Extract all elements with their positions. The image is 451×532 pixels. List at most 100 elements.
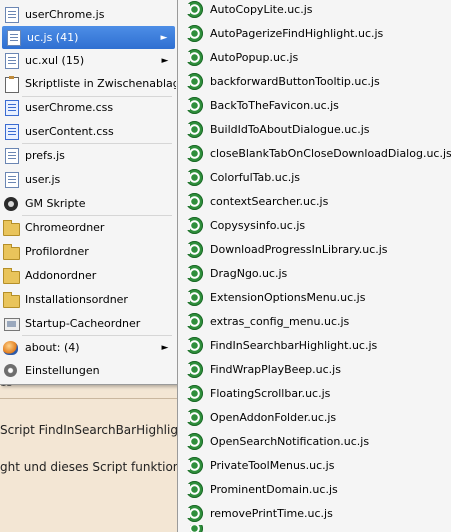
menu-item-gm-scripts[interactable]: GM Skripte <box>0 192 176 215</box>
menu-item-label: GM Skripte <box>25 197 86 210</box>
menu-item-uc-js[interactable]: uc.js (41) ► <box>2 26 175 49</box>
script-item[interactable]: DragNgo.uc.js <box>178 261 451 285</box>
clipboard-icon <box>3 75 19 93</box>
document-icon <box>3 52 19 69</box>
script-item-label: FloatingScrollbar.uc.js <box>210 386 331 400</box>
script-icon <box>185 168 203 186</box>
menu-item-install-folder[interactable]: Installationsordner <box>0 288 176 311</box>
menu-item-settings[interactable]: Einstellungen <box>0 359 176 382</box>
script-item[interactable]: ColorfulTab.uc.js <box>178 165 451 189</box>
script-icon <box>185 432 203 450</box>
menu-item-chrome-folder[interactable]: Chromeordner <box>0 216 176 239</box>
script-item[interactable]: AutoPagerizeFindHighlight.uc.js <box>178 21 451 45</box>
script-item[interactable]: AutoCopyLite.uc.js <box>178 0 451 21</box>
script-icon <box>185 48 203 66</box>
menu-item-label: Skriptliste in Zwischenablage <box>25 77 176 90</box>
script-icon <box>185 408 203 426</box>
script-item-label: DownloadProgressInLibrary.uc.js <box>210 242 388 256</box>
folder-icon <box>3 219 20 236</box>
background-text-line: ght und dieses Script funktion <box>0 460 181 474</box>
menu-item-copy-script-list[interactable]: Skriptliste in Zwischenablage <box>0 72 176 95</box>
menu-item-usercontent-css[interactable]: userContent.css <box>0 120 176 143</box>
script-item[interactable]: Copysysinfo.uc.js <box>178 213 451 237</box>
script-item[interactable]: ProminentDomain.uc.js <box>178 477 451 501</box>
menu-item-userchrome-js[interactable]: userChrome.js <box>0 3 176 26</box>
script-item[interactable]: AutoPopup.uc.js <box>178 45 451 69</box>
script-item-label: Copysysinfo.uc.js <box>210 218 306 232</box>
script-icon <box>185 240 203 258</box>
script-item-label: DragNgo.uc.js <box>210 266 288 280</box>
script-item[interactable]: FindInSearchbarHighlight.uc.js <box>178 333 451 357</box>
submenu-arrow-icon: ► <box>161 55 169 66</box>
script-item-label: FindInSearchbarHighlight.uc.js <box>210 338 378 352</box>
menu-item-startup-cache-folder[interactable]: Startup-Cacheordner <box>0 312 176 335</box>
document-icon <box>3 171 19 188</box>
script-item[interactable]: removePrintTime.uc.js <box>178 501 451 525</box>
script-item-label: contextSearcher.uc.js <box>210 194 329 208</box>
script-item-label: removePrintTime.uc.js <box>210 506 333 520</box>
submenu-arrow-icon: ► <box>161 342 169 353</box>
script-item[interactable]: PrivateToolMenus.uc.js <box>178 453 451 477</box>
script-icon <box>185 216 203 234</box>
menu-item-userchrome-css[interactable]: userChrome.css <box>0 96 176 119</box>
script-item[interactable]: BuildIdToAboutDialogue.uc.js <box>178 117 451 141</box>
menu-item-label: userContent.css <box>25 125 114 138</box>
menu-item-label: Einstellungen <box>25 364 100 377</box>
script-item-label: BuildIdToAboutDialogue.uc.js <box>210 122 370 136</box>
menu-item-addon-folder[interactable]: Addonordner <box>0 264 176 287</box>
script-item[interactable]: DownloadProgressInLibrary.uc.js <box>178 237 451 261</box>
menu-item-uc-xul[interactable]: uc.xul (15) ► <box>0 49 176 72</box>
script-item[interactable]: contextSearcher.uc.js <box>178 189 451 213</box>
script-icon <box>185 336 203 354</box>
script-item-label: ExtensionOptionsMenu.uc.js <box>210 290 366 304</box>
script-icon <box>185 192 203 210</box>
gear-icon <box>3 363 19 379</box>
script-item-label: AutoPopup.uc.js <box>210 50 299 64</box>
script-icon <box>185 504 203 522</box>
script-item[interactable]: BackToTheFavicon.uc.js <box>178 93 451 117</box>
menu-item-label: prefs.js <box>25 149 65 162</box>
script-item[interactable]: backforwardButtonTooltip.uc.js <box>178 69 451 93</box>
document-icon <box>3 6 19 23</box>
menu-item-label: Profilordner <box>25 245 89 258</box>
menu-item-label: about: (4) <box>25 341 80 354</box>
script-item-partial[interactable] <box>178 525 451 532</box>
folder-icon <box>3 243 20 260</box>
menu-item-label: Installationsordner <box>25 293 128 306</box>
script-item[interactable]: extras_config_menu.uc.js <box>178 309 451 333</box>
script-icon <box>185 384 203 402</box>
script-item[interactable]: ExtensionOptionsMenu.uc.js <box>178 285 451 309</box>
submenu-arrow-icon: ► <box>160 32 168 43</box>
script-item-label: OpenSearchNotification.uc.js <box>210 434 370 448</box>
script-item-label: closeBlankTabOnCloseDownloadDialog.uc.js <box>210 146 451 160</box>
script-item[interactable]: closeBlankTabOnCloseDownloadDialog.uc.js <box>178 141 451 165</box>
script-item[interactable]: FindWrapPlayBeep.uc.js <box>178 357 451 381</box>
menu-item-label: user.js <box>25 173 61 186</box>
folder-icon <box>3 267 20 284</box>
script-icon <box>185 264 203 282</box>
uc-js-submenu-popup: AutoCopyLite.uc.js AutoPagerizeFindHighl… <box>177 0 451 532</box>
menu-item-profile-folder[interactable]: Profilordner <box>0 240 176 263</box>
script-icon <box>185 24 203 42</box>
menu-item-label: userChrome.js <box>25 8 105 21</box>
menu-item-about[interactable]: about: (4) ► <box>0 336 176 359</box>
background-text-line: Script FindInSearchBarHighligh <box>0 423 186 437</box>
menu-item-user-js[interactable]: user.js <box>0 168 176 191</box>
script-item-label: AutoCopyLite.uc.js <box>210 2 313 16</box>
menu-item-label: Chromeordner <box>25 221 105 234</box>
script-icon <box>185 312 203 330</box>
scripts-menu-popup: userChrome.js uc.js (41) ► uc.xul (15) ►… <box>0 0 179 385</box>
script-item-label: ProminentDomain.uc.js <box>210 482 338 496</box>
menu-item-prefs-js[interactable]: prefs.js <box>0 144 176 167</box>
script-icon <box>185 480 203 498</box>
script-item-label: AutoPagerizeFindHighlight.uc.js <box>210 26 384 40</box>
menu-item-label: uc.xul (15) <box>25 54 85 67</box>
script-item-label: backforwardButtonTooltip.uc.js <box>210 74 380 88</box>
script-item[interactable]: OpenSearchNotification.uc.js <box>178 429 451 453</box>
css-file-icon <box>3 123 19 140</box>
greasemonkey-icon <box>3 196 19 212</box>
script-item[interactable]: OpenAddonFolder.uc.js <box>178 405 451 429</box>
script-item[interactable]: FloatingScrollbar.uc.js <box>178 381 451 405</box>
menu-item-label: Startup-Cacheordner <box>25 317 141 330</box>
script-icon <box>185 120 203 138</box>
